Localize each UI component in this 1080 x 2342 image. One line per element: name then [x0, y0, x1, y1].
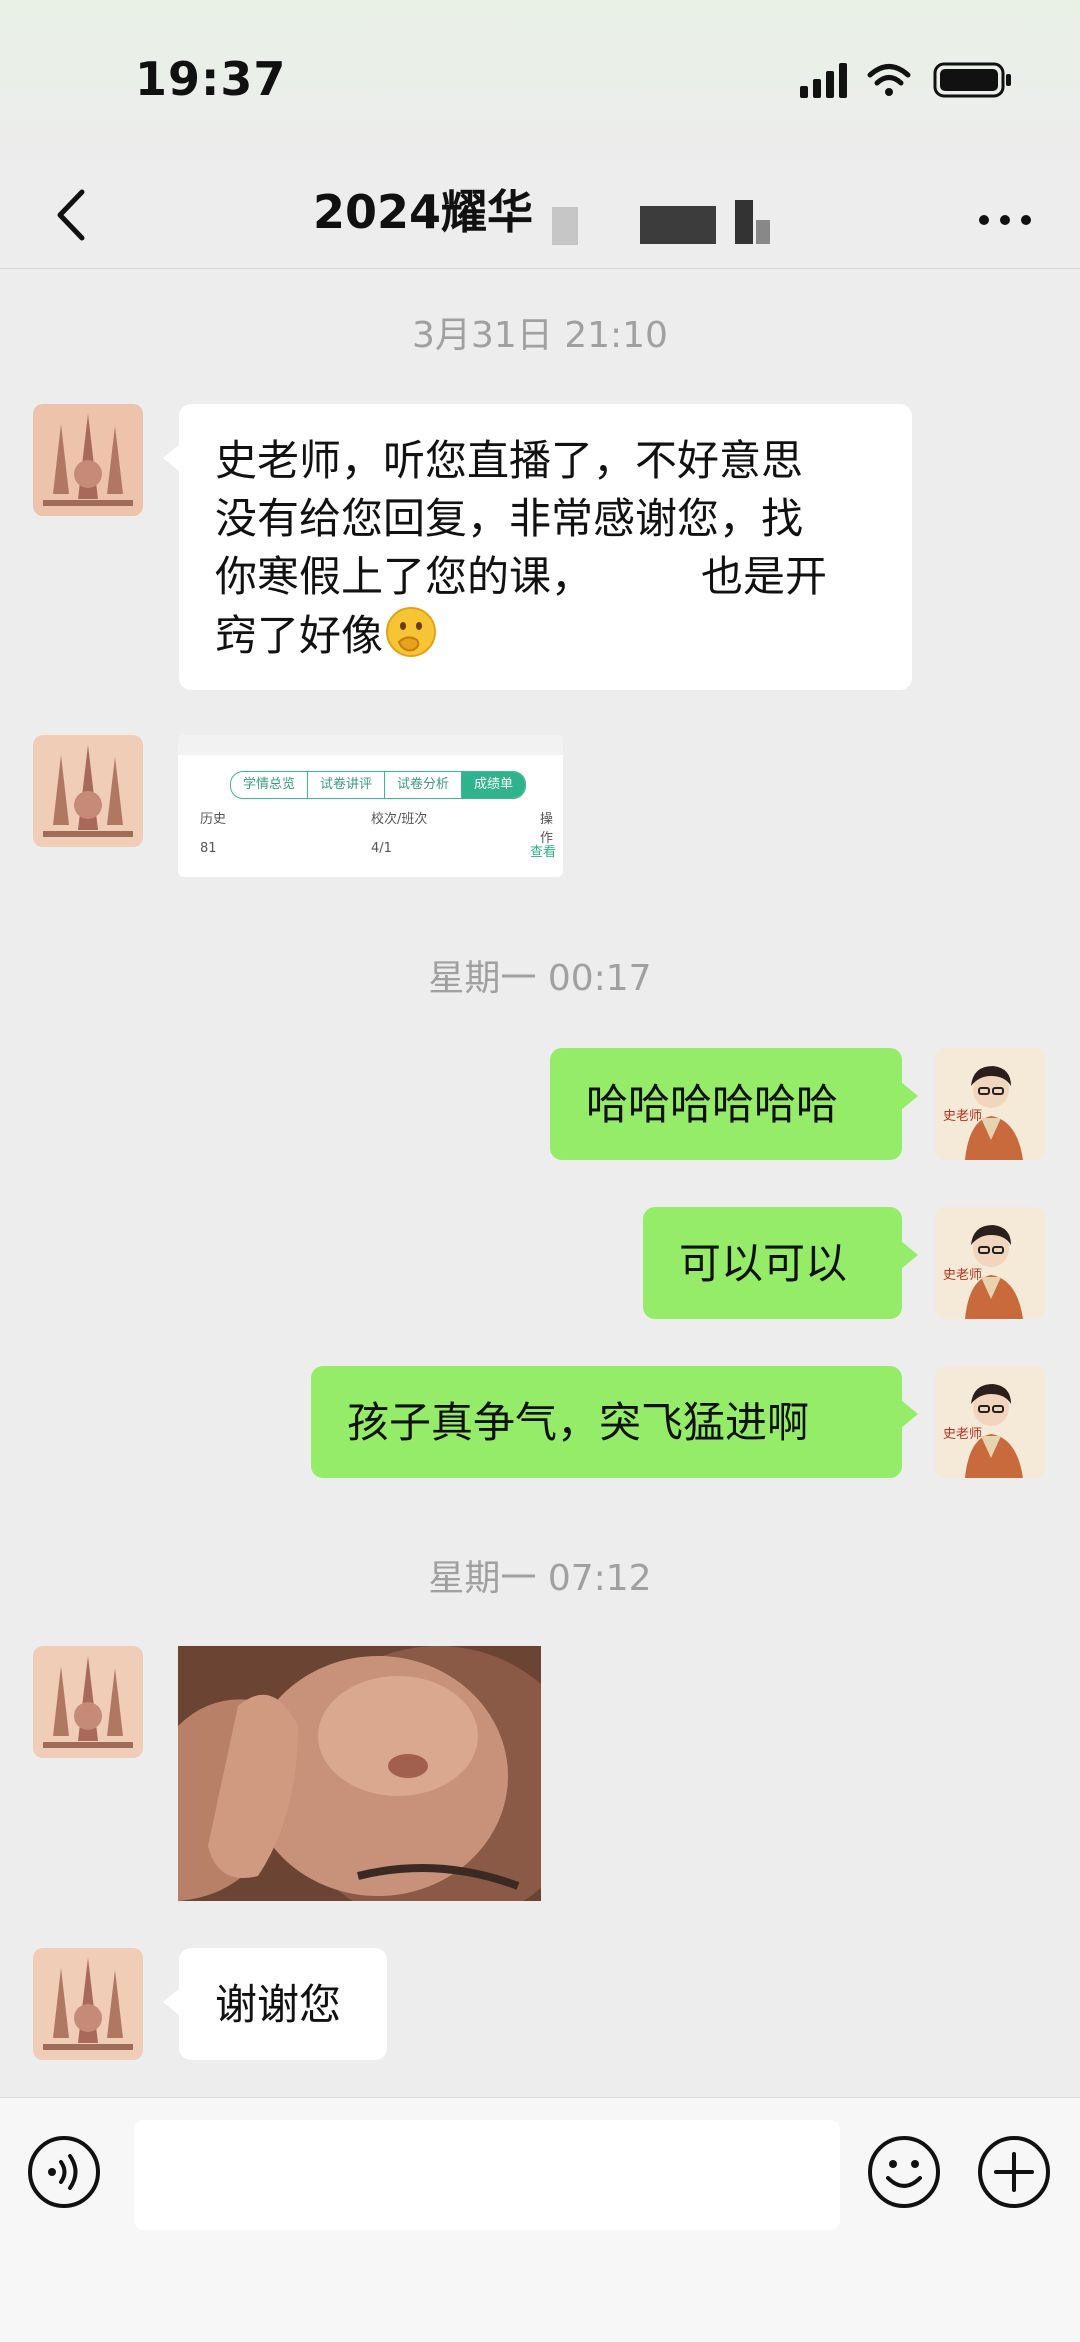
message-bubble-outgoing[interactable]: 孩子真争气，突飞猛进啊	[311, 1366, 918, 1478]
report-tab-active: 成绩单	[462, 772, 526, 798]
report-tab: 学情总览	[231, 772, 309, 798]
report-score: 81	[200, 841, 217, 856]
redacted-mark	[735, 200, 753, 244]
message-input[interactable]	[134, 2120, 840, 2230]
plus-circle-icon[interactable]	[976, 2134, 1052, 2210]
redacted-mark	[640, 206, 716, 244]
svg-text:史老师: 史老师	[943, 1268, 982, 1283]
chat-header: 2024耀华	[0, 160, 1080, 269]
chevron-left-icon[interactable]	[40, 180, 110, 250]
message-bubble-incoming[interactable]: 史老师，听您直播了，不好意思 没有给您回复，非常感谢您，找 你寒假上了您的课， 也…	[163, 404, 912, 690]
smiley-icon[interactable]	[866, 2134, 942, 2210]
image-top-strip	[178, 735, 563, 755]
teacher-avatar[interactable]: 史老师	[935, 1048, 1045, 1160]
contact-avatar[interactable]	[33, 735, 143, 847]
report-tab: 试卷讲评	[308, 772, 386, 798]
teacher-avatar[interactable]: 史老师	[935, 1366, 1045, 1478]
report-col-rank: 校次/班次	[371, 812, 428, 827]
contact-avatar[interactable]	[33, 1948, 143, 2060]
message-bubble-outgoing[interactable]: 可以可以	[643, 1207, 918, 1319]
status-bar: 19:37	[0, 0, 1080, 160]
wifi-icon	[867, 64, 911, 96]
report-view-link: 查看	[530, 845, 557, 860]
contact-avatar[interactable]	[33, 1646, 143, 1758]
teacher-avatar[interactable]: 史老师	[935, 1207, 1045, 1319]
svg-text:史老师: 史老师	[943, 1427, 982, 1442]
redacted-mark	[552, 207, 578, 245]
message-text: 窍了好像	[215, 611, 384, 660]
status-icons	[800, 62, 1011, 98]
message-bubble-incoming[interactable]: 谢谢您	[163, 1948, 387, 2060]
timestamp: 3月31日 21:10	[412, 315, 668, 356]
signal-bars-icon	[800, 63, 847, 98]
report-tabs: 学情总览 试卷讲评 试卷分析 成绩单	[230, 771, 527, 799]
timestamp: 星期一 00:17	[428, 958, 652, 999]
message-text: 谢谢您	[215, 1980, 342, 2029]
message-text: 你寒假上了您的课，	[215, 552, 594, 601]
chat-title: 2024耀华	[313, 185, 534, 239]
report-tab: 试卷分析	[385, 772, 463, 798]
report-rank: 4/1	[371, 841, 392, 856]
message-line: 没有给您回复，非常感谢您，找	[215, 494, 804, 543]
status-time: 19:37	[135, 52, 287, 106]
image-message-score-report[interactable]: 学情总览 试卷讲评 试卷分析 成绩单 历史 校次/班次 操作 81 4/1 查看	[178, 735, 563, 877]
input-bar	[0, 2097, 1080, 2342]
message-text: 孩子真争气，突飞猛进啊	[347, 1398, 810, 1447]
report-col-subject: 历史	[200, 812, 227, 827]
thinking-face-emoji	[386, 607, 437, 657]
message-line: 史老师，听您直播了，不好意思	[215, 436, 804, 485]
svg-text:史老师: 史老师	[943, 1109, 982, 1124]
redacted-mark	[756, 220, 770, 244]
voice-icon[interactable]	[26, 2134, 102, 2210]
message-bubble-outgoing[interactable]: 哈哈哈哈哈哈	[550, 1048, 918, 1160]
message-text: 可以可以	[679, 1239, 848, 1288]
message-text: 也是开	[701, 552, 828, 601]
more-dots-icon[interactable]	[970, 182, 1040, 252]
message-line: 你寒假上了您的课， 也是开	[215, 548, 882, 606]
message-text: 哈哈哈哈哈哈	[586, 1080, 839, 1129]
image-message-photo[interactable]	[178, 1646, 541, 1901]
timestamp: 星期一 07:12	[428, 1558, 652, 1599]
message-line: 窍了好像	[215, 606, 882, 665]
battery-icon	[933, 62, 1011, 98]
contact-avatar[interactable]	[33, 404, 143, 516]
